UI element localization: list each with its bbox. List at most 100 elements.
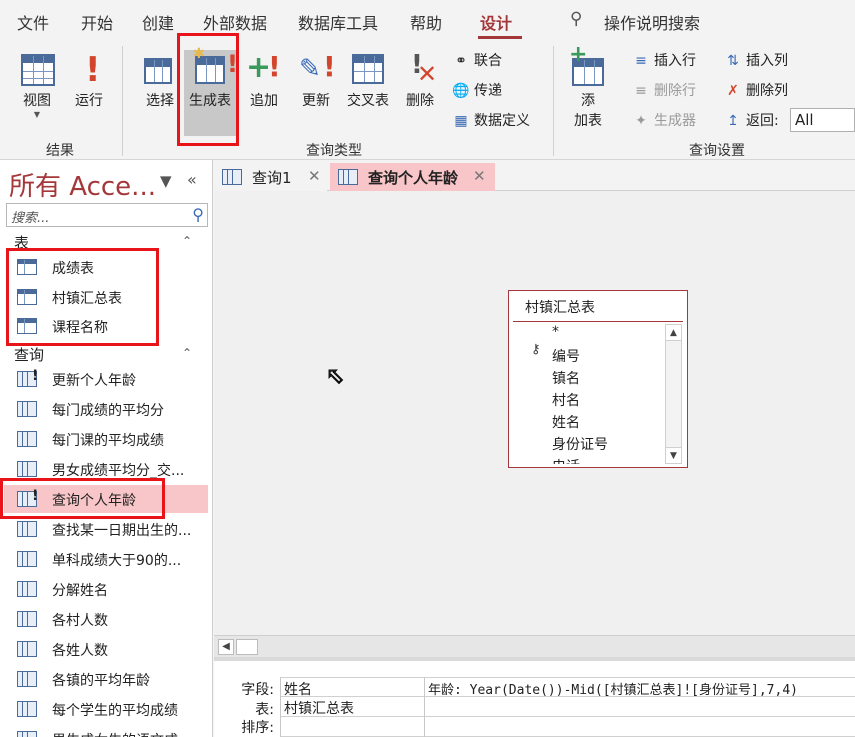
menu-database-tools[interactable]: 数据库工具 — [298, 10, 378, 34]
field-list-scrollbar[interactable]: ▲ ▼ — [665, 324, 682, 464]
scroll-down-icon[interactable]: ▼ — [666, 447, 681, 463]
field-item[interactable]: 电话 — [552, 456, 580, 464]
grid-row-sort — [280, 717, 855, 737]
update-query-button[interactable]: ✎ ! 更新 — [296, 50, 336, 110]
scroll-thumb[interactable] — [236, 639, 258, 655]
delete-column-icon: ✗ — [727, 83, 739, 99]
query-icon — [17, 521, 37, 537]
nav-query-item[interactable]: ! 更新个人年龄 — [4, 365, 208, 393]
add-table-button[interactable]: + 添 加表 — [566, 42, 610, 130]
annotation-box-selected-query — [0, 478, 165, 519]
menu-bar: 文件 开始 创建 外部数据 数据库工具 帮助 设计 ⚲ 操作说明搜索 — [0, 0, 855, 40]
delete-row-button[interactable]: ≡ 删除行 — [632, 80, 696, 100]
scroll-left-icon[interactable]: ◀ — [218, 639, 234, 655]
section-queries-header[interactable]: 查询 — [14, 344, 44, 365]
collapse-chevron-icon[interactable]: ⌃ — [182, 234, 192, 248]
query-icon — [17, 671, 37, 687]
data-definition-button[interactable]: ▦ 数据定义 — [452, 110, 530, 130]
run-button[interactable]: ! 运行 — [72, 50, 106, 110]
insert-row-icon: ≡ — [635, 53, 647, 69]
nav-query-item[interactable]: 查找某一日期出生的... — [4, 515, 208, 543]
exclamation-icon: ! — [85, 50, 101, 90]
union-rings-icon: ⚭ — [455, 53, 467, 69]
nav-query-item[interactable]: 各姓人数 — [4, 635, 208, 663]
globe-icon: 🌐 — [452, 83, 470, 99]
nav-query-item[interactable]: 分解姓名 — [4, 575, 208, 603]
menu-create[interactable]: 创建 — [142, 10, 174, 34]
nav-query-item[interactable]: 各村人数 — [4, 605, 208, 633]
select-query-button[interactable]: 选择 — [141, 50, 179, 110]
menu-home[interactable]: 开始 — [81, 10, 113, 34]
nav-query-item[interactable]: 单科成绩大于90的... — [4, 545, 208, 573]
nav-query-item[interactable]: 每门课的平均成绩 — [4, 425, 208, 453]
append-query-button[interactable]: + ! 追加 — [246, 50, 282, 110]
nav-pane-title[interactable]: 所有 Acce... — [9, 166, 156, 203]
menu-external-data[interactable]: 外部数据 — [203, 10, 267, 34]
query-icon — [17, 611, 37, 627]
tab-query1[interactable]: 查询1 ✕ — [214, 163, 327, 191]
field-cell[interactable]: 姓名 — [284, 679, 312, 699]
nav-query-item[interactable]: 每门成绩的平均分 — [4, 395, 208, 423]
return-value-combobox[interactable]: All — [790, 108, 855, 132]
insert-column-button[interactable]: ⇅ 插入列 — [724, 50, 788, 70]
delete-query-button[interactable]: ! ✕ 删除 — [401, 50, 439, 110]
return-top-values: ↥ 返回: — [724, 110, 779, 130]
tell-me-search[interactable]: 操作说明搜索 — [604, 10, 700, 34]
active-tab-underline — [478, 36, 522, 39]
nav-query-item[interactable]: 各镇的平均年龄 — [4, 665, 208, 693]
nav-menu-dropdown-icon[interactable]: ▼ — [160, 172, 172, 190]
menu-help[interactable]: 帮助 — [410, 10, 442, 34]
design-horizontal-scrollbar[interactable]: ◀ — [214, 635, 855, 657]
update-query-icon: ! — [17, 368, 38, 387]
field-item[interactable]: 姓名 — [552, 412, 580, 432]
view-button[interactable]: 视图 ▼ — [18, 50, 56, 119]
mouse-cursor-icon: ⬁ — [325, 364, 345, 390]
search-icon: ⚲ — [570, 9, 583, 29]
delete-row-icon: ≡ — [635, 83, 647, 99]
scroll-up-icon[interactable]: ▲ — [666, 325, 681, 341]
delete-column-button[interactable]: ✗ 删除列 — [724, 80, 788, 100]
union-query-button[interactable]: ⚭ 联合 — [452, 50, 502, 70]
add-table-icon: + — [569, 42, 607, 86]
nav-search-box[interactable]: 搜索... ⚲ — [6, 203, 208, 227]
search-icon[interactable]: ⚲ — [192, 205, 204, 224]
nav-query-item[interactable]: 男生成女生的语文成 — [4, 725, 208, 737]
close-icon[interactable]: ✕ — [308, 167, 321, 185]
grid-row-table: 村镇汇总表 — [280, 697, 855, 717]
insert-row-button[interactable]: ≡ 插入行 — [632, 50, 696, 70]
query-icon — [17, 431, 37, 447]
grid-column-divider — [424, 677, 425, 737]
close-icon[interactable]: ✕ — [473, 167, 486, 185]
query-icon — [17, 551, 37, 567]
field-item[interactable]: 身份证号 — [552, 434, 608, 454]
tab-query-age[interactable]: 查询个人年龄 ✕ — [330, 163, 495, 191]
query-icon — [17, 731, 37, 737]
query-icon — [17, 401, 37, 417]
field-item[interactable]: 村名 — [552, 390, 580, 410]
builder-button[interactable]: ✦ 生成器 — [632, 110, 696, 130]
shutter-bar-close-icon[interactable]: « — [187, 170, 197, 189]
row-label-sort: 排序: — [241, 720, 274, 736]
group-label-query-type: 查询类型 — [306, 143, 362, 159]
field-cell-expression[interactable]: 年龄: Year(Date())-Mid([村镇汇总表]![身份证号],7,4) — [428, 679, 798, 698]
table-field-list[interactable]: 村镇汇总表 * ⚷ 编号 镇名 村名 姓名 身份证号 电话 ▲ ▼ — [508, 290, 688, 468]
builder-wand-icon: ✦ — [635, 113, 647, 129]
collapse-chevron-icon[interactable]: ⌃ — [182, 346, 192, 360]
menu-design[interactable]: 设计 — [480, 10, 512, 34]
field-item[interactable]: 编号 — [552, 346, 580, 366]
insert-column-icon: ⇅ — [727, 53, 739, 69]
table-cell[interactable]: 村镇汇总表 — [284, 698, 354, 718]
menu-file[interactable]: 文件 — [17, 10, 49, 34]
field-item[interactable]: * — [552, 324, 559, 340]
pass-through-button[interactable]: 🌐 传递 — [452, 80, 502, 100]
nav-query-item[interactable]: 每个学生的平均成绩 — [4, 695, 208, 723]
crosstab-icon — [349, 50, 387, 86]
query-icon — [17, 461, 37, 477]
ribbon-separator — [553, 46, 554, 156]
query-icon — [17, 701, 37, 717]
field-list-divider — [513, 321, 683, 322]
crosstab-query-button[interactable]: 交叉表 — [344, 50, 392, 110]
ribbon-separator — [122, 46, 123, 156]
primary-key-icon: ⚷ — [531, 342, 541, 357]
field-item[interactable]: 镇名 — [552, 368, 580, 388]
